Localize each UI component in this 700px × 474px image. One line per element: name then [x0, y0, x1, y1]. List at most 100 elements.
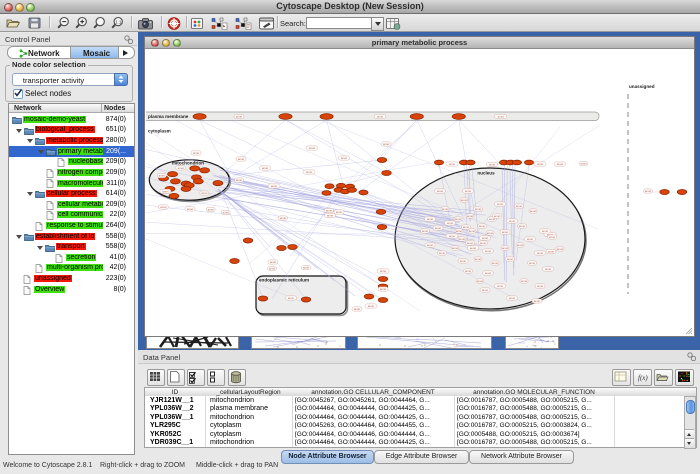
svg-text:amet: amet — [477, 279, 483, 283]
svg-text:amet: amet — [517, 243, 523, 247]
svg-text:amet: amet — [193, 151, 199, 155]
svg-text:amet: amet — [223, 210, 229, 214]
svg-text:amet: amet — [489, 163, 495, 167]
svg-text:amet: amet — [383, 142, 389, 146]
svg-text:amet: amet — [309, 146, 315, 150]
svg-text:amet: amet — [534, 299, 540, 303]
svg-text:cytoplasm: cytoplasm — [148, 129, 171, 134]
svg-text:amet: amet — [475, 207, 481, 211]
svg-text:amet: amet — [470, 246, 476, 250]
svg-text:amet: amet — [461, 198, 467, 202]
svg-text:amet: amet — [482, 288, 488, 292]
svg-text:amet: amet — [521, 279, 527, 283]
svg-text:amet: amet — [238, 157, 244, 161]
svg-text:amet: amet — [377, 115, 383, 119]
svg-text:f(x): f(x) — [638, 374, 648, 382]
svg-text:amet: amet — [270, 260, 276, 264]
svg-text:amet: amet — [529, 261, 535, 265]
svg-text:amet: amet — [327, 214, 333, 218]
svg-text:amet: amet — [497, 284, 503, 288]
svg-text:amet: amet — [467, 214, 473, 218]
svg-text:amet: amet — [485, 271, 491, 275]
svg-text:amet: amet — [465, 189, 471, 193]
svg-text:amet: amet — [485, 249, 491, 253]
svg-text:amet: amet — [236, 178, 242, 182]
svg-text:amet: amet — [437, 189, 443, 193]
svg-text:amet: amet — [463, 225, 469, 229]
svg-text:amet: amet — [160, 205, 166, 209]
svg-text:amet: amet — [516, 204, 522, 208]
svg-text:amet: amet — [460, 259, 466, 263]
svg-text:amet: amet — [187, 207, 193, 211]
svg-text:amet: amet — [162, 189, 168, 193]
svg-text:amet: amet — [469, 229, 475, 233]
svg-text:amet: amet — [509, 296, 515, 300]
svg-text:amet: amet — [465, 269, 471, 273]
svg-text:1:1: 1:1 — [115, 19, 122, 24]
svg-text:amet: amet — [452, 246, 458, 250]
svg-text:amet: amet — [380, 287, 386, 291]
svg-text:amet: amet — [456, 229, 462, 233]
svg-text:amet: amet — [380, 269, 386, 273]
svg-text:amet: amet — [527, 237, 533, 241]
svg-text:amet: amet — [326, 209, 332, 213]
svg-text:amet: amet — [288, 296, 294, 300]
svg-text:amet: amet — [549, 235, 555, 239]
svg-text:amet: amet — [548, 250, 554, 254]
svg-text:amet: amet — [580, 162, 586, 166]
svg-text:amet: amet — [502, 246, 508, 250]
svg-text:amet: amet — [449, 162, 455, 166]
svg-text:amet: amet — [557, 247, 563, 251]
svg-text:amet: amet — [208, 207, 214, 211]
svg-text:amet: amet — [467, 241, 473, 245]
svg-text:amet: amet — [497, 202, 503, 206]
svg-text:amet: amet — [507, 257, 513, 261]
svg-text:amet: amet — [159, 174, 165, 178]
svg-text:amet: amet — [557, 162, 563, 166]
svg-text:amet: amet — [487, 231, 493, 235]
svg-text:amet: amet — [269, 267, 275, 271]
svg-text:amet: amet — [645, 189, 651, 193]
svg-text:amet: amet — [449, 234, 455, 238]
svg-text:amet: amet — [178, 166, 184, 170]
svg-text:amet: amet — [236, 115, 242, 119]
svg-text:plasma membrane: plasma membrane — [148, 114, 189, 119]
svg-text:amet: amet — [502, 230, 508, 234]
svg-text:amet: amet — [498, 115, 504, 119]
svg-text:amet: amet — [280, 216, 286, 220]
svg-text:amet: amet — [442, 207, 448, 211]
svg-text:unassigned: unassigned — [629, 84, 655, 89]
svg-text:amet: amet — [519, 224, 525, 228]
svg-text:amet: amet — [482, 236, 488, 240]
svg-text:amet: amet — [542, 229, 548, 233]
svg-text:amet: amet — [494, 214, 500, 218]
svg-text:amet: amet — [447, 221, 453, 225]
svg-text:amet: amet — [341, 156, 347, 160]
svg-text:endoplasmic reticulum: endoplasmic reticulum — [259, 278, 309, 283]
svg-text:amet: amet — [459, 237, 465, 241]
svg-text:nucleus: nucleus — [477, 171, 495, 176]
svg-text:amet: amet — [336, 210, 342, 214]
svg-text:amet: amet — [262, 166, 268, 170]
svg-text:mitochondrion: mitochondrion — [172, 161, 204, 166]
svg-text:amet: amet — [422, 229, 428, 233]
svg-text:amet: amet — [271, 184, 277, 188]
svg-text:amet: amet — [354, 307, 360, 311]
svg-text:amet: amet — [509, 219, 515, 223]
svg-text:amet: amet — [537, 284, 543, 288]
svg-text:amet: amet — [306, 170, 312, 174]
svg-text:amet: amet — [537, 251, 543, 255]
svg-text:amet: amet — [427, 217, 433, 221]
svg-text:amet: amet — [201, 191, 207, 195]
svg-text:amet: amet — [435, 226, 441, 230]
svg-text:amet: amet — [530, 209, 536, 213]
svg-text:amet: amet — [368, 304, 374, 308]
svg-text:amet: amet — [439, 251, 445, 255]
svg-text:amet: amet — [427, 243, 433, 247]
svg-text:amet: amet — [492, 261, 498, 265]
svg-text:amet: amet — [545, 267, 551, 271]
svg-text:amet: amet — [480, 241, 486, 245]
svg-text:amet: amet — [537, 162, 543, 166]
svg-text:amet: amet — [475, 257, 481, 261]
svg-text:amet: amet — [479, 224, 485, 228]
